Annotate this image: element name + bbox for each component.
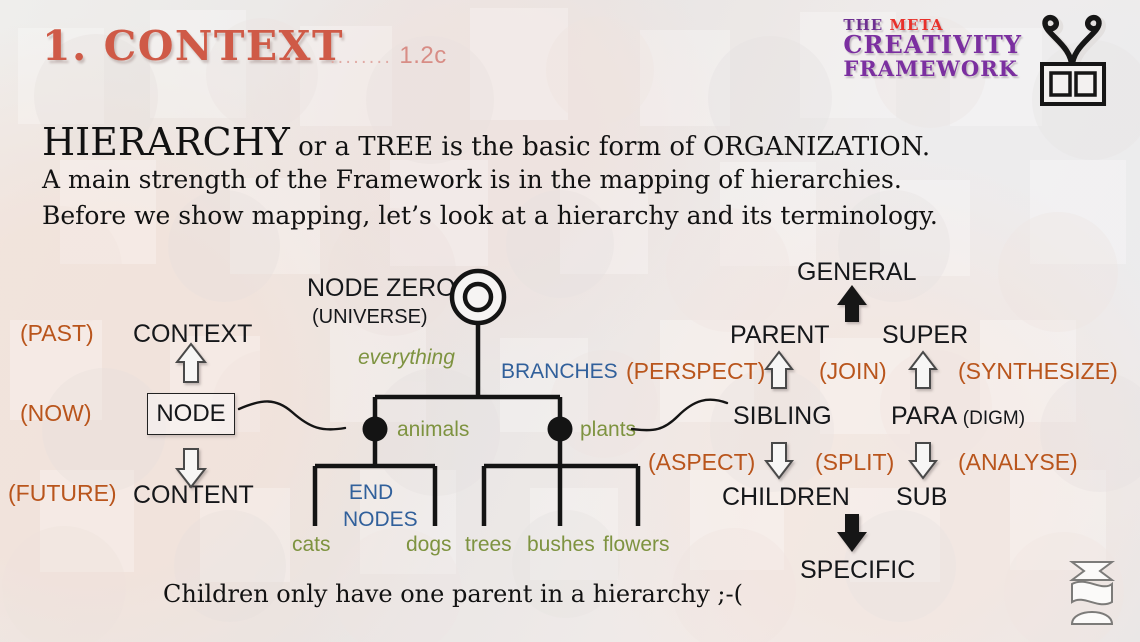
page-version-number: 1.2c bbox=[399, 42, 447, 69]
outline-arrow-up-parent bbox=[763, 350, 795, 389]
paragraph-line-1: A main strength of the Framework is in t… bbox=[42, 165, 902, 195]
footer-note: Children only have one parent in a hiera… bbox=[163, 580, 743, 608]
term-context: CONTEXT bbox=[133, 320, 253, 348]
page-version: ........ 1.2c bbox=[330, 42, 447, 70]
leaf-dogs: dogs bbox=[406, 533, 452, 556]
page-title: 1. CONTEXT bbox=[42, 22, 344, 70]
outline-arrow-down-sub bbox=[907, 442, 939, 480]
bug-box-antennae-icon bbox=[1040, 14, 1107, 106]
headline-block: HIERARCHY or a TREE is the basic form of… bbox=[42, 122, 1102, 233]
right-term-specific: SPECIFIC bbox=[800, 556, 916, 584]
headline-rest: or a TREE is the basic form of ORGANIZAT… bbox=[298, 132, 931, 162]
leaf-flowers: flowers bbox=[603, 533, 670, 556]
solid-arrow-up-general bbox=[837, 285, 867, 322]
paragraph-line-2: Before we show mapping, let’s look at a … bbox=[42, 200, 938, 230]
tree-root-value: everything bbox=[358, 346, 455, 369]
tree-root-title: NODE ZERO bbox=[307, 274, 456, 302]
node-box: NODE bbox=[147, 393, 235, 435]
end-nodes-line-2: NODES bbox=[343, 507, 418, 531]
branch-dot-animals bbox=[362, 416, 388, 442]
dam-monogram-icon bbox=[1069, 561, 1115, 625]
tree-branches-label: BRANCHES bbox=[501, 360, 618, 383]
headline-emphasis: HIERARCHY bbox=[42, 120, 290, 164]
op-perspect: (PERSPECT) bbox=[626, 358, 766, 384]
right-term-para-main: PARA bbox=[891, 402, 956, 430]
right-term-sub: SUB bbox=[896, 483, 948, 511]
time-label-future: (FUTURE) bbox=[8, 480, 117, 506]
time-label-past: (PAST) bbox=[20, 320, 94, 346]
right-term-super: SUPER bbox=[882, 321, 969, 349]
op-synthesize: (SYNTHESIZE) bbox=[958, 358, 1118, 384]
brand-line-2: CREATIVITY bbox=[843, 30, 1022, 60]
leaf-trees: trees bbox=[465, 533, 512, 556]
branch-node-plants: plants bbox=[580, 418, 637, 441]
right-term-children: CHILDREN bbox=[722, 483, 850, 511]
slide-canvas: 1. CONTEXT ........ 1.2c THE META CREATI… bbox=[0, 0, 1140, 642]
root-ring-node bbox=[449, 268, 507, 326]
brand-line-3: FRAMEWORK bbox=[843, 55, 1018, 81]
brand-logo: THE META CREATIVITY FRAMEWORK bbox=[843, 17, 1022, 81]
right-term-para: PARA (DIGM) bbox=[891, 402, 1025, 431]
end-nodes-line-1: END bbox=[348, 481, 394, 504]
op-analyse: (ANALYSE) bbox=[958, 449, 1078, 475]
op-join: (JOIN) bbox=[819, 358, 887, 384]
outline-arrow-up-super bbox=[907, 350, 939, 389]
right-term-sibling: SIBLING bbox=[733, 402, 832, 430]
op-aspect: (ASPECT) bbox=[648, 449, 756, 475]
outline-arrow-up-context bbox=[174, 342, 208, 383]
tree-root-subtitle: (UNIVERSE) bbox=[312, 306, 428, 328]
solid-arrow-down-specific bbox=[837, 514, 867, 552]
page-version-dots: ........ bbox=[330, 47, 393, 68]
op-split: (SPLIT) bbox=[815, 449, 895, 475]
time-label-now: (NOW) bbox=[20, 400, 92, 426]
term-node: NODE bbox=[156, 400, 226, 427]
branch-dot-plants bbox=[547, 416, 573, 442]
connector-node-to-animals bbox=[237, 400, 347, 431]
right-term-general: GENERAL bbox=[797, 258, 917, 286]
tree-end-nodes-label: END NODES bbox=[343, 480, 418, 534]
term-content: CONTENT bbox=[133, 481, 254, 509]
leaf-cats: cats bbox=[292, 533, 331, 556]
branch-node-animals: animals bbox=[397, 418, 470, 441]
right-term-parent: PARENT bbox=[730, 321, 830, 349]
headline-line-1: HIERARCHY or a TREE is the basic form of… bbox=[42, 122, 1102, 162]
leaf-bushes: bushes bbox=[527, 533, 595, 556]
outline-arrow-down-children bbox=[763, 442, 795, 480]
connector-plants-to-sibling bbox=[630, 398, 729, 432]
right-term-para-suffix: (DIGM) bbox=[962, 408, 1026, 429]
